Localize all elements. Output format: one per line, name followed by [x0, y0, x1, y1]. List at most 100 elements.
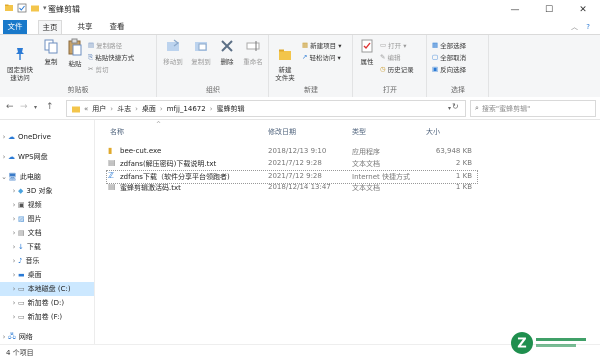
- edit-icon: ✎: [380, 53, 386, 61]
- rename-button[interactable]: 重命名: [240, 38, 266, 66]
- tab-file[interactable]: 文件: [3, 20, 27, 34]
- properties-check-icon[interactable]: [17, 3, 27, 13]
- new-item-button[interactable]: ▦ 新建项目 ▾: [302, 40, 342, 50]
- nav-item-desktop[interactable]: › ▬ 桌面: [0, 268, 94, 282]
- address-dropdown-icon[interactable]: ▾: [448, 105, 451, 112]
- nav-item-drive-f[interactable]: › ▭ 新加卷 (F:): [0, 310, 94, 324]
- nav-item-pictures[interactable]: › ▨ 图片: [0, 212, 94, 226]
- expand-chevron-icon[interactable]: ›: [0, 133, 8, 141]
- column-header-name[interactable]: 名称: [110, 127, 124, 137]
- refresh-icon[interactable]: ↻: [452, 102, 459, 111]
- history-button[interactable]: ◷ 历史记录: [380, 64, 414, 74]
- copy-to-button[interactable]: 复制到: [188, 38, 214, 66]
- expand-chevron-icon[interactable]: ›: [10, 187, 18, 195]
- download-icon: ↓: [18, 243, 24, 251]
- nav-item-music[interactable]: › ♪ 音乐: [0, 254, 94, 268]
- open-button[interactable]: ▭ 打开 ▾: [380, 40, 407, 50]
- copy-path-icon: ▤: [88, 41, 95, 49]
- easy-access-button[interactable]: ↗ 轻松访问 ▾: [302, 52, 341, 62]
- help-icon[interactable]: ?: [586, 23, 590, 31]
- app-folder-icon: [5, 4, 13, 11]
- column-header-modified[interactable]: 修改日期: [268, 127, 296, 137]
- select-group: ▦ 全部选择 ▢ 全部取消 ▣ 反向选择 选择: [428, 35, 489, 97]
- computer-icon: 🖥: [8, 173, 17, 181]
- copy-button[interactable]: 复制: [40, 38, 62, 66]
- close-button[interactable]: ✕: [566, 0, 600, 20]
- expand-chevron-icon[interactable]: ›: [10, 271, 18, 279]
- breadcrumb-desktop[interactable]: 桌面: [142, 104, 156, 114]
- expand-chevron-icon[interactable]: ›: [10, 299, 18, 307]
- expand-chevron-icon[interactable]: ›: [10, 257, 18, 265]
- qat-dropdown-icon[interactable]: ▾: [43, 4, 47, 12]
- breadcrumb-separator-icon: ›: [135, 104, 138, 113]
- nav-item-wps[interactable]: › ☁ WPS网盘: [0, 150, 94, 164]
- cube-icon: ◆: [18, 187, 24, 195]
- up-arrow-icon[interactable]: ↑: [46, 102, 54, 112]
- column-header-size[interactable]: 大小: [426, 127, 440, 137]
- search-input[interactable]: 搜索"蜜蜂剪辑": [482, 104, 530, 114]
- rename-icon: [246, 41, 260, 51]
- minimize-button[interactable]: —: [498, 0, 532, 20]
- search-box[interactable]: ⌕ 搜索"蜜蜂剪辑": [470, 100, 596, 117]
- paste-button[interactable]: 粘贴: [64, 38, 86, 68]
- paste-shortcut-button[interactable]: ⎘ 粘贴快捷方式: [88, 52, 134, 63]
- table-row[interactable]: ▤ 蜜蜂剪辑激活码.txt 2018/12/14 13:47 文本文档 1 KB: [106, 182, 476, 194]
- title-bar: ▾ 蜜蜂剪辑 — ☐ ✕: [0, 0, 600, 21]
- delete-button[interactable]: 删除: [216, 38, 238, 66]
- table-row[interactable]: ▮ bee-cut.exe 2018/12/13 9:10 应用程序 63,94…: [106, 146, 476, 158]
- expand-chevron-icon[interactable]: ›: [10, 313, 18, 321]
- expand-chevron-icon[interactable]: ›: [10, 215, 18, 223]
- table-row[interactable]: ▤ zdfans(解压密码)下载说明.txt 2021/7/12 9:28 文本…: [106, 158, 476, 170]
- select-all-button[interactable]: ▦ 全部选择: [432, 40, 466, 50]
- expand-chevron-icon[interactable]: ›: [10, 201, 18, 209]
- cut-button[interactable]: ✂ 剪切: [88, 64, 108, 74]
- move-to-button[interactable]: 移动到: [160, 38, 186, 66]
- breadcrumb-current[interactable]: 蜜蜂剪辑: [217, 104, 245, 114]
- tab-home[interactable]: 主页: [38, 20, 62, 34]
- breadcrumb-separator-icon: ›: [159, 104, 163, 113]
- new-group-label: 新建: [304, 86, 318, 94]
- new-folder-button[interactable]: 新建 文件夹: [272, 38, 298, 90]
- maximize-button[interactable]: ☐: [532, 0, 566, 20]
- breadcrumb-douzhi[interactable]: 斗志: [117, 104, 131, 114]
- select-group-label: 选择: [451, 86, 465, 94]
- tab-share[interactable]: 共享: [74, 20, 96, 34]
- column-header-type[interactable]: 类型: [352, 127, 366, 137]
- back-arrow-icon[interactable]: ←: [6, 102, 14, 112]
- nav-item-documents[interactable]: › ▤ 文档: [0, 226, 94, 240]
- copy-path-button[interactable]: ▤ 复制路径: [88, 40, 122, 50]
- recent-dropdown-icon[interactable]: ▾: [34, 104, 37, 111]
- tab-view[interactable]: 查看: [106, 20, 128, 34]
- nav-item-videos[interactable]: › ▣ 视频: [0, 198, 94, 212]
- new-folder-icon: [279, 49, 291, 60]
- address-bar[interactable]: « 用户 › 斗志 › 桌面 › mfjj_14672 › 蜜蜂剪辑 ▾: [66, 100, 466, 117]
- expand-chevron-icon[interactable]: ›: [10, 285, 18, 293]
- breadcrumb-users[interactable]: 用户: [92, 104, 106, 114]
- expand-chevron-icon[interactable]: ›: [10, 243, 18, 251]
- pin-quick-access-button[interactable]: 固定到快 速访问: [3, 38, 37, 90]
- nav-item-3d-objects[interactable]: › ◆ 3D 对象: [0, 184, 94, 198]
- select-none-button[interactable]: ▢ 全部取消: [432, 52, 466, 62]
- edit-button[interactable]: ✎ 编辑: [380, 52, 400, 62]
- forward-arrow-icon[interactable]: →: [20, 102, 28, 112]
- invert-selection-button[interactable]: ▣ 反向选择: [432, 64, 466, 74]
- picture-icon: ▨: [18, 215, 25, 223]
- nav-item-drive-c[interactable]: › ▭ 本地磁盘 (C:): [0, 282, 94, 296]
- breadcrumb-mfjj[interactable]: mfjj_14672: [167, 105, 206, 113]
- expand-chevron-icon[interactable]: ›: [0, 333, 8, 341]
- nav-item-this-pc[interactable]: ⌄ 🖥 此电脑: [0, 170, 94, 184]
- collapse-chevron-icon[interactable]: ⌄: [0, 173, 8, 181]
- expand-chevron-icon[interactable]: ›: [0, 153, 8, 161]
- new-folder-qat-icon[interactable]: [30, 3, 40, 13]
- file-list: 名称 ^ 修改日期 类型 大小 ▮ bee-cut.exe 2018/12/13…: [96, 120, 600, 344]
- collapse-ribbon-icon[interactable]: ︿: [571, 23, 578, 31]
- nav-item-drive-d[interactable]: › ▭ 新加卷 (D:): [0, 296, 94, 310]
- address-overflow-icon[interactable]: «: [84, 105, 88, 113]
- nav-item-onedrive[interactable]: › ☁ OneDrive: [0, 130, 94, 144]
- expand-chevron-icon[interactable]: ›: [10, 229, 18, 237]
- copy-to-icon: [195, 42, 207, 51]
- document-icon: ▤: [18, 229, 25, 237]
- nav-item-network[interactable]: › 🖧 网络: [0, 330, 94, 344]
- properties-button[interactable]: 属性: [356, 38, 378, 66]
- nav-item-downloads[interactable]: › ↓ 下载: [0, 240, 94, 254]
